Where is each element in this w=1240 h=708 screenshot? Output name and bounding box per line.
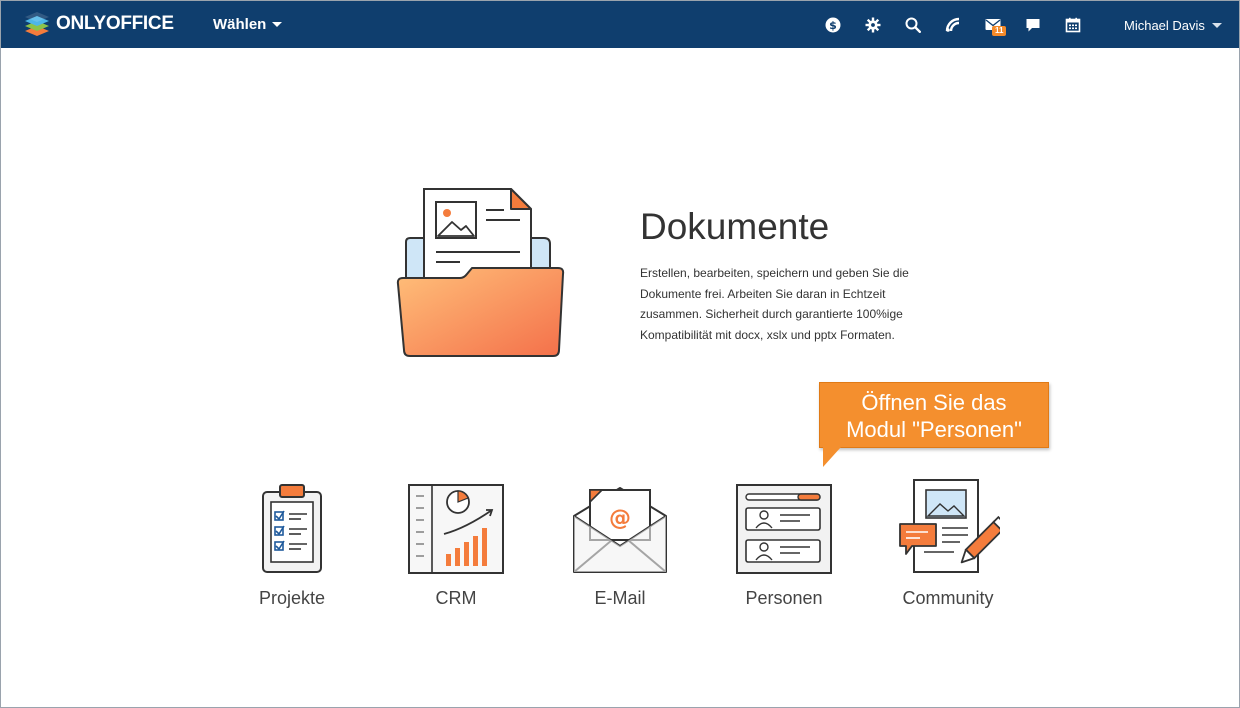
hint-tooltip-line2: Modul "Personen" [846, 417, 1022, 442]
mail-unread-badge: 11 [992, 26, 1007, 36]
community-icon [896, 470, 1000, 574]
module-label-crm: CRM [435, 588, 477, 608]
settings-icon[interactable] [863, 15, 883, 35]
chevron-down-icon [272, 22, 283, 27]
top-navigation-bar: ONLYOFFICE Wählen $ 11 Michael Davis [1, 1, 1239, 48]
module-people[interactable]: Personen [714, 470, 854, 620]
chevron-down-icon [1211, 23, 1222, 28]
module-select-label: Wählen [213, 16, 267, 33]
projects-clipboard-icon [261, 470, 323, 574]
svg-text:$: $ [829, 19, 837, 32]
module-title: Dokumente [640, 206, 830, 247]
chat-icon[interactable] [1023, 15, 1043, 35]
hint-tooltip-line1: Öffnen Sie das [861, 390, 1007, 415]
calendar-icon[interactable] [1063, 15, 1083, 35]
onlyoffice-logo[interactable]: ONLYOFFICE [24, 11, 174, 37]
search-icon[interactable] [903, 15, 923, 35]
module-community[interactable]: Community [878, 470, 1018, 620]
svg-text:@: @ [609, 506, 631, 531]
feed-icon[interactable] [943, 15, 963, 35]
crm-chart-icon [408, 470, 504, 574]
module-label-projects: Projekte [258, 588, 326, 608]
people-cards-icon [736, 470, 832, 574]
onlyoffice-logo-icon [25, 12, 49, 36]
logo-text: ONLYOFFICE [56, 13, 174, 34]
documents-folder-icon[interactable] [394, 186, 566, 363]
payments-icon[interactable]: $ [823, 15, 843, 35]
mail-envelope-icon: @ [572, 470, 668, 574]
module-label-community: Community [902, 588, 994, 608]
module-crm[interactable]: CRM [386, 470, 526, 620]
module-mail[interactable]: @ E-Mail [550, 470, 690, 620]
module-label-mail: E-Mail [594, 588, 646, 608]
user-name: Michael Davis [1124, 18, 1205, 33]
hint-tooltip: Öffnen Sie das Modul "Personen" [819, 382, 1049, 448]
hint-tooltip-tail [823, 447, 841, 467]
module-projects[interactable]: Projekte [222, 470, 362, 620]
module-description: Erstellen, bearbeiten, speichern und geb… [640, 266, 909, 342]
user-profile-menu[interactable]: Michael Davis [1124, 18, 1222, 33]
module-label-people: Personen [745, 588, 823, 608]
module-select-dropdown[interactable]: Wählen [213, 16, 283, 33]
mail-icon[interactable]: 11 [983, 15, 1007, 36]
